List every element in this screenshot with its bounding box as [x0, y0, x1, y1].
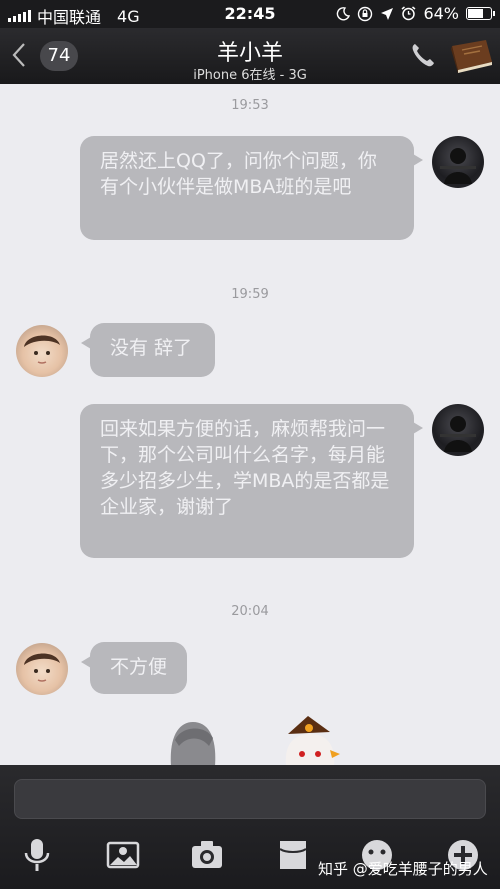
lock-rotation-icon	[358, 6, 373, 21]
avatar[interactable]	[432, 404, 484, 456]
battery-label: 64%	[423, 4, 459, 23]
microphone-icon[interactable]	[20, 837, 54, 873]
battery-icon	[466, 7, 495, 20]
battery-fill	[468, 9, 484, 18]
message-bubble-incoming[interactable]: 不方便	[81, 642, 187, 694]
avatar[interactable]	[16, 643, 68, 695]
timestamp: 19:59	[231, 287, 269, 302]
message-bubble-incoming[interactable]: 没有 辞了	[81, 323, 215, 377]
timestamp: 19:53	[231, 98, 269, 113]
message-bubble-outgoing[interactable]: 回来如果方便的话，麻烦帮我问一下，那个公司叫什么名字，每月能多少招多少生，学MB…	[80, 404, 423, 558]
peeking-character-gray	[170, 722, 216, 766]
watermark: 知乎 @爱吃羊腰子的男人	[318, 860, 488, 878]
avatar-baby-face	[24, 335, 60, 364]
message-bubble-outgoing[interactable]: 居然还上QQ了，问你个问题，你有个小伙伴是做MBA班的是吧	[80, 136, 423, 240]
avatar-baby-face	[24, 653, 60, 682]
nav-bar: 74 羊小羊 iPhone 6在线 - 3G	[0, 28, 500, 84]
message-input[interactable]	[14, 779, 486, 819]
avatar-silhouette	[440, 148, 476, 184]
alarm-icon	[401, 6, 416, 21]
avatar-silhouette	[440, 416, 476, 452]
status-bar: 中国联通 4G 22:45 64%	[0, 0, 500, 28]
phone-icon[interactable]	[410, 42, 436, 68]
folder-icon[interactable]	[276, 837, 310, 873]
profile-book-icon[interactable]	[446, 38, 494, 74]
avatar[interactable]	[432, 136, 484, 188]
image-icon[interactable]	[106, 837, 140, 873]
timestamp: 20:04	[231, 604, 269, 619]
peeking-character-pirate	[285, 716, 340, 766]
status-right: 64%	[336, 4, 495, 23]
location-icon	[381, 7, 394, 20]
moon-icon	[337, 6, 351, 20]
avatar[interactable]	[16, 325, 68, 377]
camera-icon[interactable]	[190, 837, 224, 873]
